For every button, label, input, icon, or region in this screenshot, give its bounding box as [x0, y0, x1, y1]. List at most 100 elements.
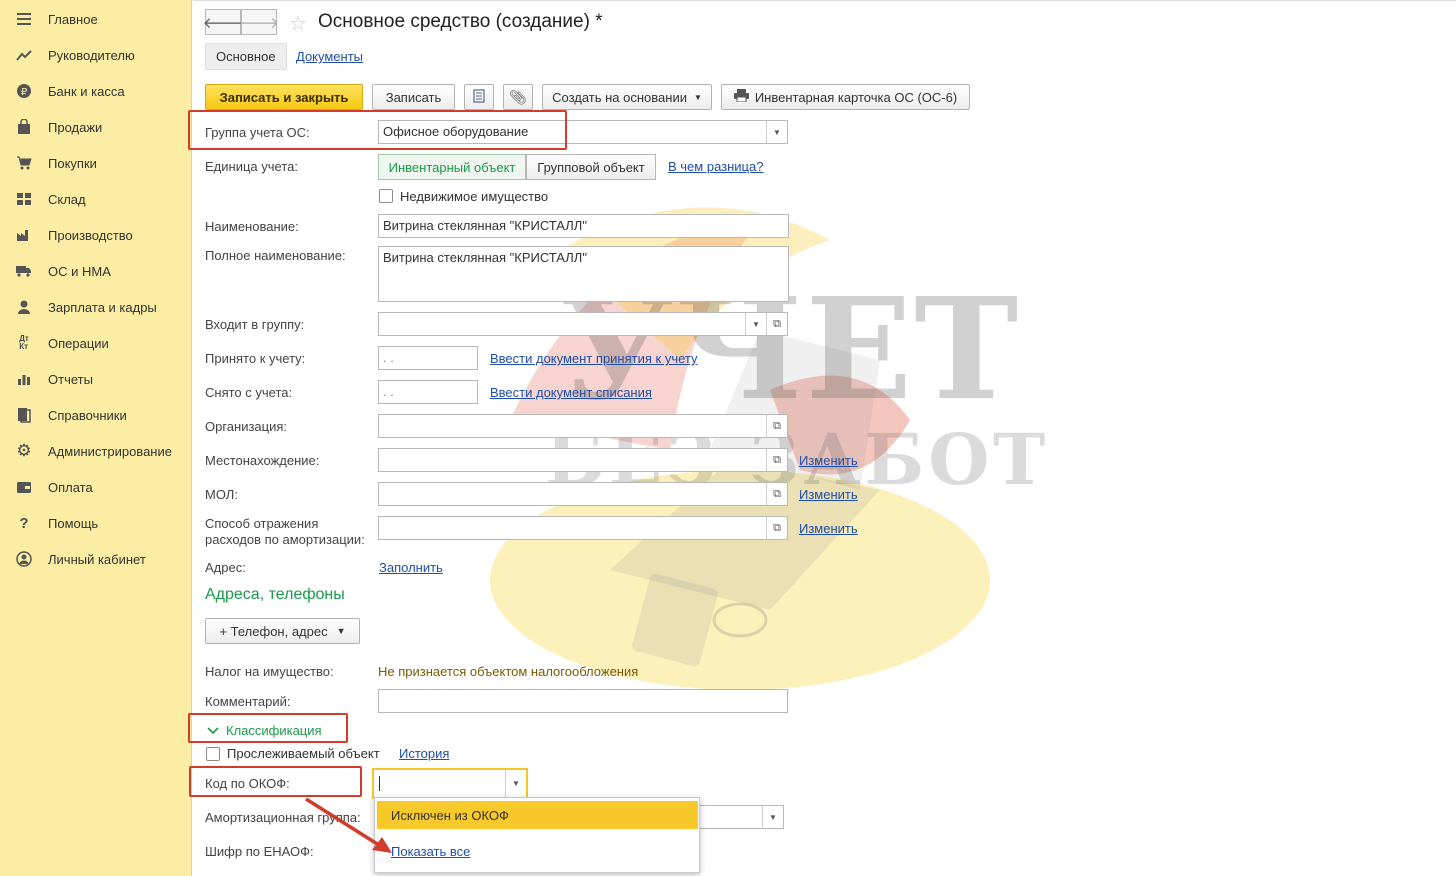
sidebar-item-purchases[interactable]: Покупки [0, 145, 192, 181]
inventory-card-button[interactable]: Инвентарная карточка ОС (ОС-6) [721, 84, 970, 110]
amort-method-select[interactable]: ⧉ [378, 516, 788, 540]
add-phone-address-button[interactable]: + Телефон, адрес ▼ [205, 618, 360, 644]
sidebar-item-sales[interactable]: Продажи [0, 109, 192, 145]
sidebar-item-payment[interactable]: Оплата [0, 469, 192, 505]
unit-option-inventory[interactable]: Инвентарный объект [378, 154, 526, 180]
forward-button[interactable]: 🡒 [239, 9, 279, 35]
person-icon [14, 297, 34, 317]
sidebar-item-account[interactable]: Личный кабинет [0, 541, 192, 577]
save-button[interactable]: Записать [372, 84, 455, 110]
tracked-checkbox[interactable] [206, 747, 220, 761]
sidebar-item-production[interactable]: Производство [0, 217, 192, 253]
open-icon[interactable]: ⧉ [766, 483, 787, 505]
account-icon [14, 549, 34, 569]
location-label: Местонахождение: [205, 453, 320, 468]
accepted-label: Принято к учету: [205, 351, 306, 366]
dropdown-option-excluded[interactable]: Исключен из ОКОФ [377, 801, 698, 829]
sidebar-item-label: Администрирование [48, 443, 172, 459]
name-input[interactable]: Витрина стеклянная "КРИСТАЛЛ" [378, 214, 789, 238]
open-icon[interactable]: ⧉ [766, 449, 787, 471]
report-button[interactable] [464, 84, 494, 110]
text-cursor [379, 776, 380, 791]
mol-select[interactable]: ⧉ [378, 482, 788, 506]
history-link[interactable]: История [399, 746, 449, 761]
chevron-down-icon[interactable]: ▼ [745, 313, 766, 335]
add-phone-label: + Телефон, адрес [219, 623, 328, 639]
open-icon[interactable]: ⧉ [766, 313, 787, 335]
mol-change-link[interactable]: Изменить [799, 487, 858, 502]
open-icon[interactable]: ⧉ [766, 415, 787, 437]
unit-diff-link[interactable]: В чем разница? [668, 159, 763, 174]
dtkt-icon: Дт Кт [19, 334, 29, 351]
parent-label: Входит в группу: [205, 317, 305, 332]
unit-label: Единица учета: [205, 159, 298, 174]
sidebar-item-label: Главное [48, 11, 98, 27]
removed-doc-link[interactable]: Ввести документ списания [490, 385, 652, 400]
paperclip-icon: 📎︎ [509, 88, 527, 105]
comment-input[interactable] [378, 689, 788, 713]
books-icon [14, 405, 34, 425]
highlight-okof-label [189, 766, 362, 797]
chevron-down-icon[interactable]: ▼ [762, 806, 783, 828]
location-change-link[interactable]: Изменить [799, 453, 858, 468]
chevron-down-icon[interactable]: ▼ [766, 121, 787, 143]
sidebar-item-reports[interactable]: Отчеты [0, 361, 192, 397]
top-divider [193, 0, 1456, 1]
sidebar: Главное Руководителю ₽ Банк и касса Прод… [0, 0, 192, 876]
sidebar-item-label: Банк и касса [48, 83, 125, 99]
sidebar-item-warehouse[interactable]: Склад [0, 181, 192, 217]
wallet-icon [14, 477, 34, 497]
sidebar-item-label: Производство [48, 227, 133, 243]
sidebar-item-label: Руководителю [48, 47, 135, 63]
open-icon[interactable]: ⧉ [766, 517, 787, 539]
sidebar-item-label: Отчеты [48, 371, 93, 387]
sidebar-item-bank[interactable]: ₽ Банк и касса [0, 73, 192, 109]
save-and-close-button[interactable]: Записать и закрыть [205, 84, 363, 110]
sidebar-item-label: ОС и НМА [48, 263, 111, 279]
chevron-down-icon[interactable]: ▼ [505, 770, 526, 797]
sidebar-item-operations[interactable]: Дт Кт Операции [0, 325, 192, 361]
sidebar-item-label: Продажи [48, 119, 103, 135]
sidebar-item-label: Зарплата и кадры [48, 299, 157, 315]
trend-icon [14, 45, 34, 65]
create-based-button[interactable]: Создать на основании ▼ [542, 84, 712, 110]
attach-button[interactable]: 📎︎ [503, 84, 533, 110]
accepted-date[interactable]: . . [378, 346, 478, 370]
location-select[interactable]: ⧉ [378, 448, 788, 472]
bar-chart-icon [14, 369, 34, 389]
fullname-textarea[interactable]: Витрина стеклянная "КРИСТАЛЛ" [378, 246, 789, 302]
chevron-down-icon: ▼ [336, 626, 346, 636]
sidebar-item-os-nma[interactable]: ОС и НМА [0, 253, 192, 289]
sidebar-item-administration[interactable]: ⚙ Администрирование [0, 433, 192, 469]
cart-icon [14, 153, 34, 173]
svg-text:₽: ₽ [21, 87, 28, 98]
org-select[interactable]: ⧉ [378, 414, 788, 438]
realty-checkbox[interactable] [379, 189, 393, 203]
dropdown-option-show-all[interactable]: Показать все [391, 844, 470, 859]
amort-method-change-link[interactable]: Изменить [799, 521, 858, 536]
sidebar-item-label: Оплата [48, 479, 93, 495]
back-button[interactable]: 🡐 [203, 9, 243, 35]
sidebar-item-help[interactable]: ? Помощь [0, 505, 192, 541]
sidebar-item-salary[interactable]: Зарплата и кадры [0, 289, 192, 325]
address-fill-link[interactable]: Заполнить [379, 560, 443, 575]
parent-select[interactable]: ▼ ⧉ [378, 312, 788, 336]
tab-main[interactable]: Основное [205, 43, 287, 70]
unit-option-group[interactable]: Групповой объект [526, 154, 656, 180]
menu-icon [14, 9, 34, 29]
comment-label: Комментарий: [205, 694, 291, 709]
sidebar-item-main[interactable]: Главное [0, 1, 192, 37]
removed-date[interactable]: . . [378, 380, 478, 404]
favorite-star-icon[interactable]: ☆ [289, 11, 307, 36]
org-label: Организация: [205, 419, 288, 434]
truck-icon [14, 261, 34, 281]
accepted-doc-link[interactable]: Ввести документ принятия к учету [490, 351, 698, 366]
sidebar-item-label: Операции [48, 335, 109, 351]
warehouse-icon [14, 189, 34, 209]
amort-group-select[interactable]: ▼ [696, 805, 784, 829]
sidebar-item-references[interactable]: Справочники [0, 397, 192, 433]
sidebar-item-manager[interactable]: Руководителю [0, 37, 192, 73]
sidebar-item-label: Помощь [48, 515, 99, 531]
tab-documents[interactable]: Документы [296, 49, 363, 64]
highlight-classification [188, 713, 348, 743]
